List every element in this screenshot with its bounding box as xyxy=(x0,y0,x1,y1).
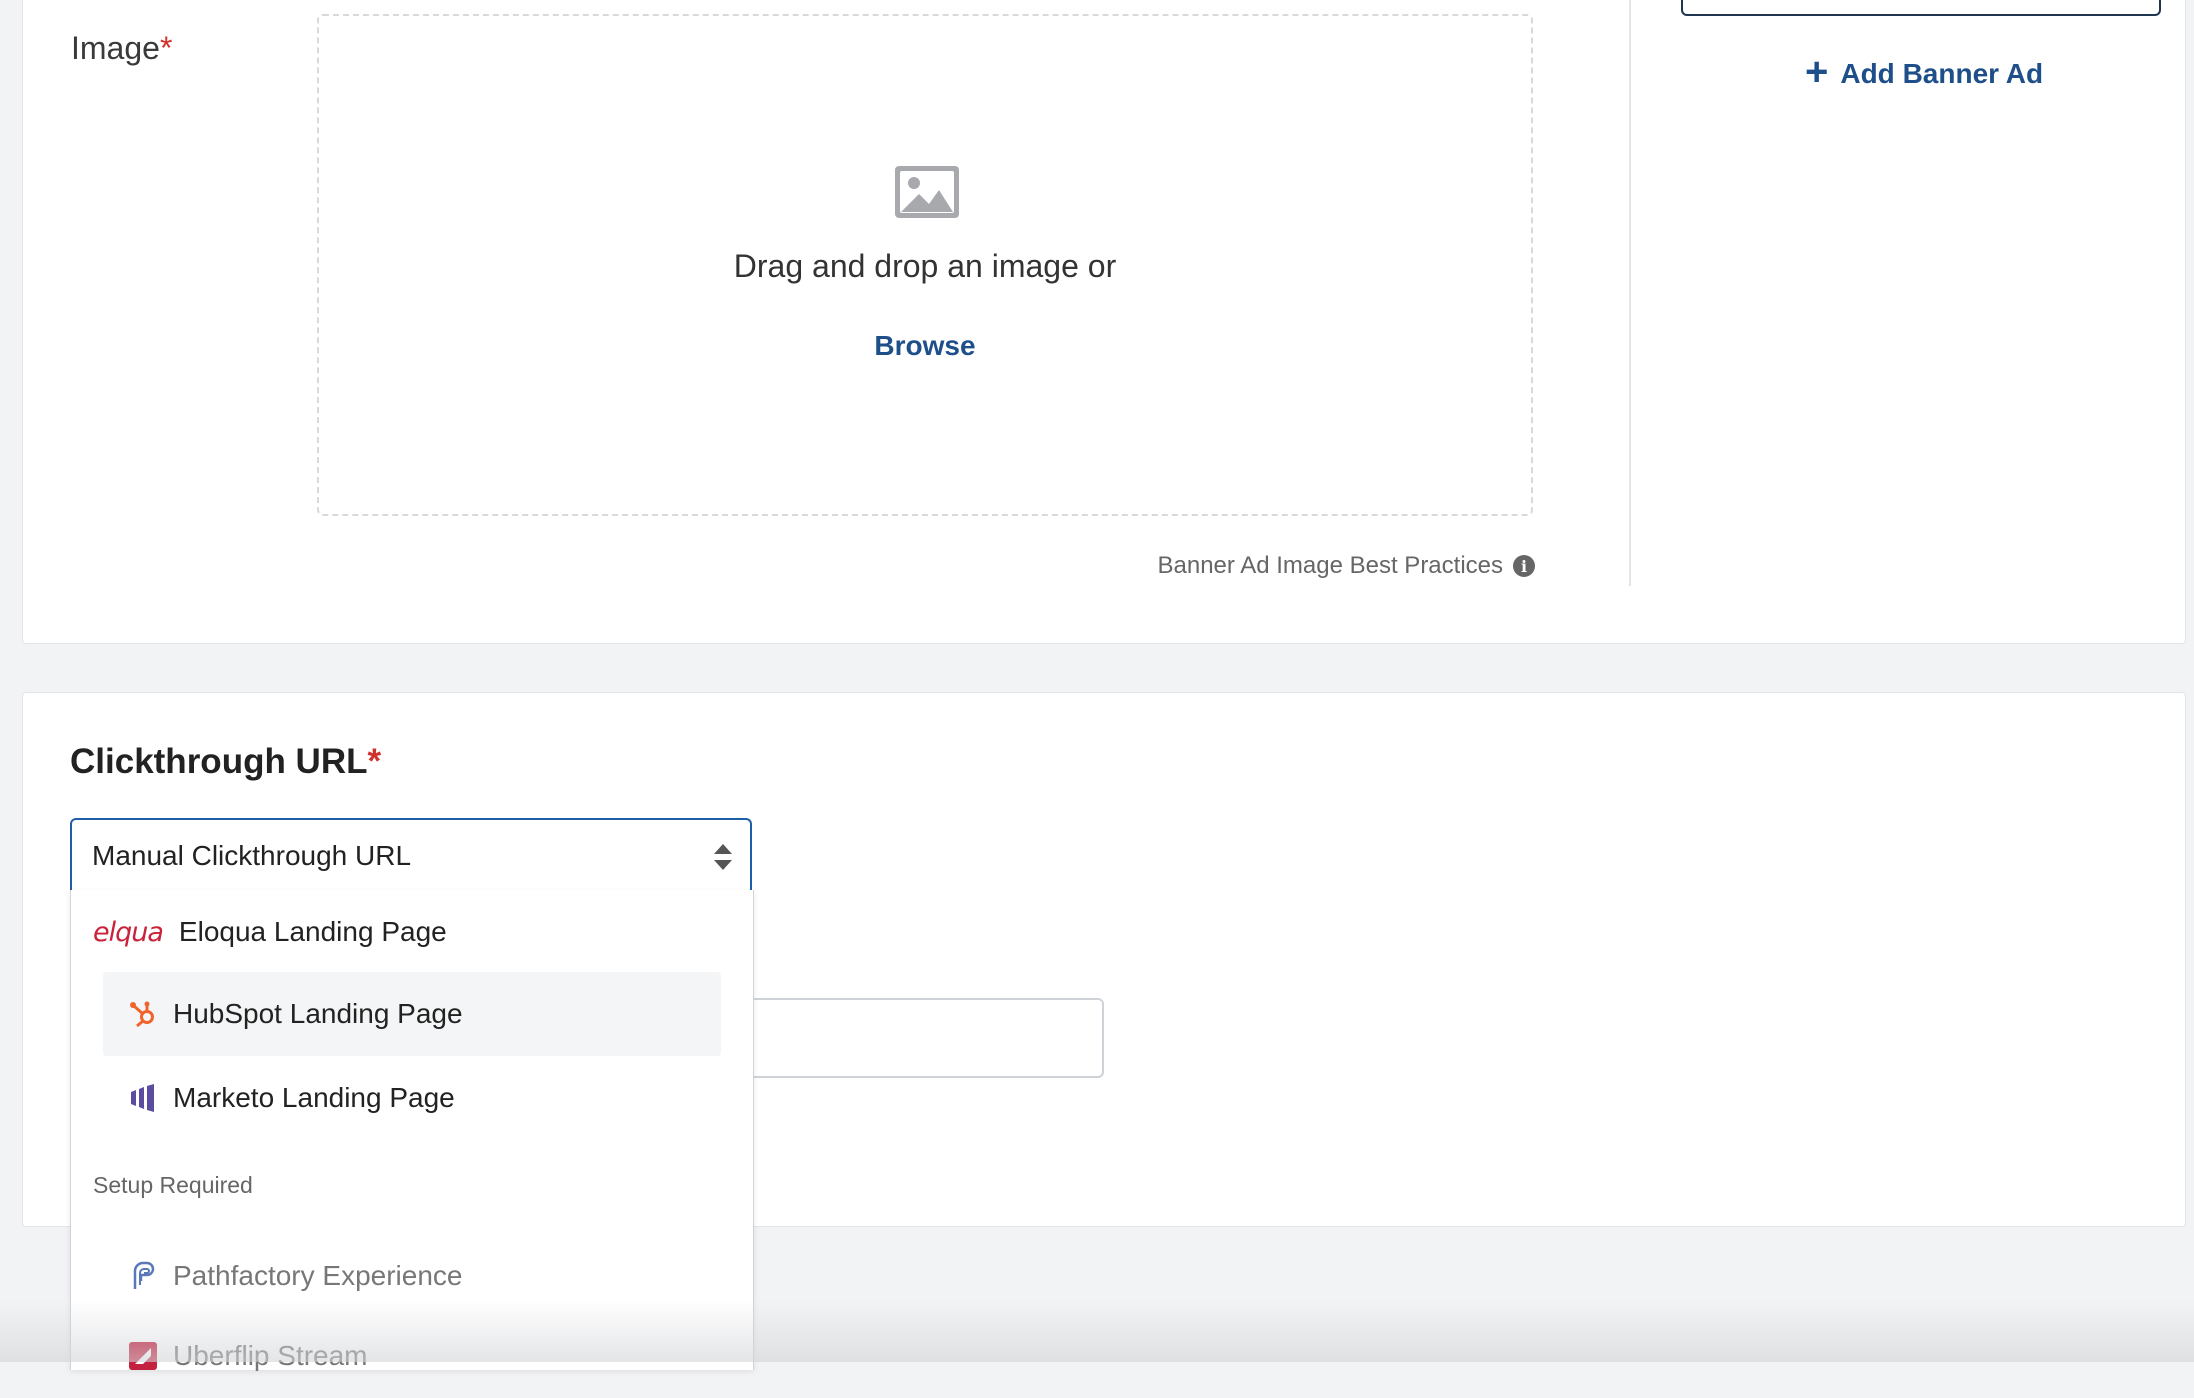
clickthrough-type-select[interactable]: Manual Clickthrough URL xyxy=(70,818,752,892)
option-label: HubSpot Landing Page xyxy=(173,998,463,1029)
option-pathfactory-experience[interactable]: Pathfactory Experience xyxy=(103,1234,721,1318)
section-divider xyxy=(1629,0,1631,586)
option-hubspot-landing-page[interactable]: HubSpot Landing Page xyxy=(103,972,721,1056)
uberflip-icon xyxy=(123,1336,163,1376)
option-label: Marketo Landing Page xyxy=(173,1082,455,1113)
image-icon xyxy=(895,166,959,218)
info-circle-icon[interactable]: i xyxy=(1513,555,1535,577)
option-label: Uberflip Stream xyxy=(173,1340,368,1371)
setup-required-group-label: Setup Required xyxy=(93,1172,253,1198)
eloqua-logo: elqua xyxy=(93,916,164,948)
drop-instructions: Drag and drop an image or xyxy=(733,248,1117,284)
clickthrough-title: Clickthrough URL* xyxy=(70,742,382,781)
hubspot-icon xyxy=(123,994,163,1034)
best-practices-label: Banner Ad Image Best Practices xyxy=(1157,552,1503,579)
image-card: Image* Drag and drop an image or Browse … xyxy=(22,0,2186,644)
option-label: Eloqua Landing Page xyxy=(178,916,447,947)
sort-arrows-icon xyxy=(714,844,732,870)
image-label: Image* xyxy=(71,30,173,66)
banner-name-field[interactable] xyxy=(1681,0,2161,16)
best-practices-link[interactable]: Banner Ad Image Best Practices i xyxy=(1157,552,1535,580)
add-banner-ad-button[interactable]: + Add Banner Ad xyxy=(1805,52,2044,92)
add-banner-ad-label: Add Banner Ad xyxy=(1840,58,2044,89)
browse-link[interactable]: Browse xyxy=(319,330,1531,362)
pathfactory-icon xyxy=(123,1256,163,1296)
marketo-icon xyxy=(123,1078,163,1118)
option-label: Pathfactory Experience xyxy=(173,1260,463,1291)
clickthrough-url-input[interactable] xyxy=(700,998,1104,1078)
clickthrough-dropdown-menu: elqua Eloqua Landing Page HubSpot Landin… xyxy=(70,890,754,1371)
select-value: Manual Clickthrough URL xyxy=(92,840,412,871)
image-dropzone[interactable]: Drag and drop an image or Browse xyxy=(317,14,1533,516)
option-uberflip-stream[interactable]: Uberflip Stream xyxy=(103,1314,721,1398)
option-eloqua-landing-page[interactable]: elqua Eloqua Landing Page xyxy=(71,890,689,974)
plus-icon: + xyxy=(1805,50,1829,94)
option-marketo-landing-page[interactable]: Marketo Landing Page xyxy=(103,1056,721,1140)
